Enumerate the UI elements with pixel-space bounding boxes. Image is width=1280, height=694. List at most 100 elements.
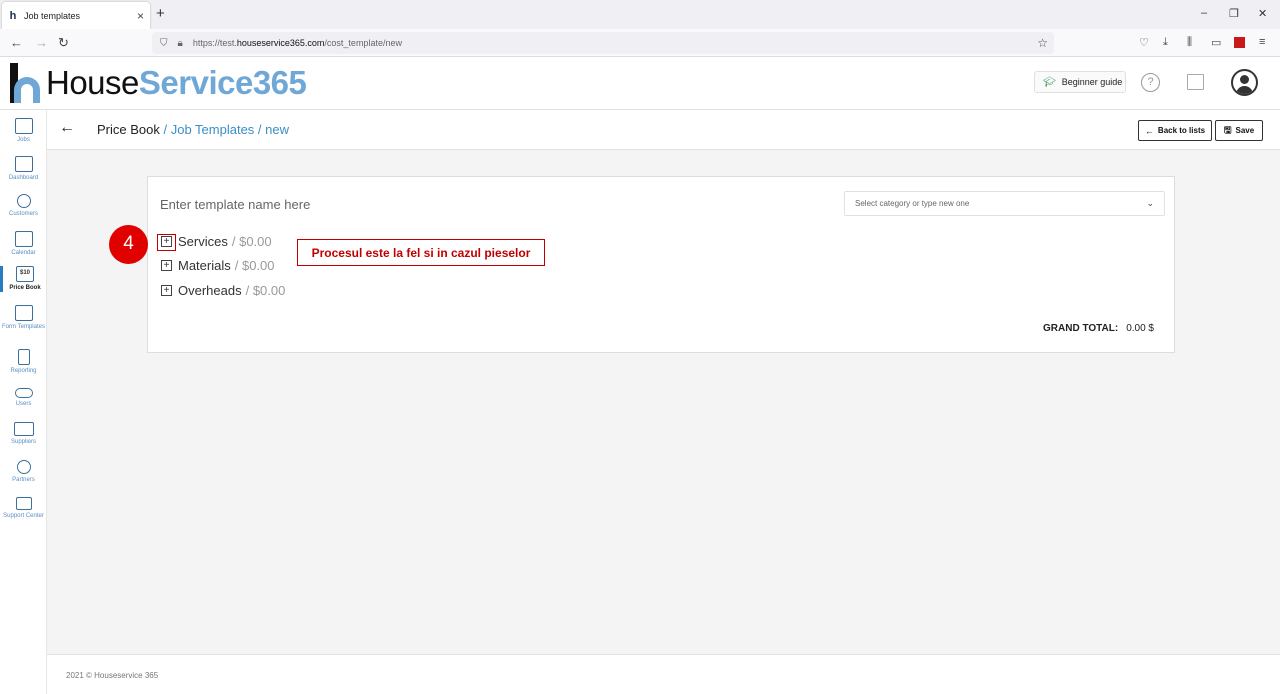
expand-plus-icon[interactable]: + — [161, 260, 172, 271]
documents-icon[interactable] — [1187, 74, 1204, 90]
section-name: Overheads — [178, 283, 242, 298]
shield-icon: ⛉ — [160, 37, 168, 49]
section-amount: / $0.00 — [234, 258, 275, 273]
partners-icon — [16, 460, 31, 474]
breadcrumb-price-book[interactable]: Price Book — [97, 122, 160, 137]
lock-icon: 🔒︎ — [177, 37, 183, 49]
pocket-icon[interactable]: ♡ — [1139, 36, 1149, 49]
tab-title: Job templates — [24, 10, 81, 21]
logo-text-house: House — [46, 64, 139, 101]
sidebar-item-reporting[interactable]: Reporting — [0, 349, 47, 375]
beginner-guide-button[interactable]: 🎓︎ Beginner guide — [1034, 71, 1126, 93]
chevron-down-icon: ⌄ — [1146, 198, 1154, 208]
back-icon[interactable]: ← — [10, 35, 23, 50]
report-icon — [17, 349, 30, 365]
sidebar-item-label: Support Center — [3, 513, 44, 519]
grand-total-label: GRAND TOTAL: — [1043, 323, 1119, 334]
help-icon[interactable]: ? — [1141, 73, 1160, 92]
save-label: Save — [1235, 126, 1255, 135]
sidebar-item-label: Dashboard — [8, 175, 39, 181]
browser-tab[interactable]: h Job templates × — [2, 2, 150, 29]
main-content: ← Price Book / Job Templates / new ← Bac… — [47, 110, 1280, 694]
close-tab-icon[interactable]: × — [137, 9, 144, 23]
download-icon[interactable]: ⤓ — [1163, 36, 1168, 49]
section-amount: / $0.00 — [245, 283, 286, 298]
close-window-icon[interactable]: ✕ — [1258, 7, 1267, 20]
sidebar-item-partners[interactable]: Partners — [0, 460, 47, 484]
sidebar-icon[interactable]: ▭ — [1211, 36, 1221, 49]
users-icon — [14, 388, 33, 398]
section-name: Materials — [178, 258, 231, 273]
customers-icon — [16, 194, 31, 208]
sidebar-item-support-center[interactable]: Support Center — [0, 497, 47, 520]
sidebar: Jobs Dashboard Customers Calendar $10 Pr… — [0, 110, 47, 694]
beginner-guide-label: Beginner guide — [1061, 77, 1123, 87]
sidebar-item-users[interactable]: Users — [0, 388, 47, 408]
section-materials[interactable]: + Materials / $0.00 — [161, 258, 275, 273]
app-header: House Service365 🎓︎ Beginner guide ? — [0, 57, 1280, 110]
section-services[interactable]: + Services / $0.00 — [161, 234, 272, 249]
minimize-window-icon[interactable]: – — [1201, 7, 1207, 19]
section-name: Services — [178, 234, 228, 249]
reload-icon[interactable]: ↻ — [58, 35, 69, 51]
expand-plus-icon[interactable]: + — [161, 236, 172, 247]
truck-icon — [13, 422, 34, 436]
sidebar-item-price-book[interactable]: $10 Price Book — [0, 266, 47, 292]
browser-nav-bar: ← → ↻ ⛉ 🔒︎ https://test. houseservice365.… — [0, 29, 1280, 57]
breadcrumb-job-templates[interactable]: Job Templates — [171, 122, 255, 137]
save-button[interactable]: 🖫︎ Save — [1215, 120, 1263, 141]
sidebar-item-label: Calendar — [11, 250, 36, 256]
grand-total: GRAND TOTAL: 0.00 $ — [1043, 323, 1154, 334]
sidebar-item-label: Reporting — [10, 368, 37, 374]
sidebar-item-label: Jobs — [17, 137, 30, 143]
menu-icon[interactable]: ≡ — [1259, 36, 1265, 48]
chart-icon — [14, 156, 33, 172]
sidebar-item-label: Users — [15, 401, 32, 407]
new-tab-button[interactable]: + — [156, 6, 165, 22]
section-overheads[interactable]: + Overheads / $0.00 — [161, 283, 285, 298]
library-icon[interactable]: ⫼ — [1187, 36, 1192, 49]
extension-icon[interactable] — [1234, 37, 1245, 48]
back-to-lists-button[interactable]: ← Back to lists — [1138, 120, 1212, 141]
forward-icon[interactable]: → — [35, 35, 48, 50]
category-select-placeholder: Select category or type new one — [855, 199, 970, 208]
sidebar-item-suppliers[interactable]: Suppliers — [0, 422, 47, 446]
template-name-input[interactable]: Enter template name here — [160, 197, 310, 212]
calendar-icon — [14, 231, 33, 247]
breadcrumb-separator: / — [254, 122, 266, 137]
category-select[interactable]: Select category or type new one ⌄ — [844, 191, 1165, 216]
breadcrumb: Price Book / Job Templates / new — [97, 122, 289, 137]
support-icon — [15, 497, 32, 510]
url-path: /cost_template/new — [324, 38, 402, 48]
price-tag-icon: $10 — [16, 266, 34, 282]
restore-window-icon[interactable]: ❐ — [1229, 7, 1239, 20]
logo-text-service: Service365 — [138, 64, 307, 101]
sidebar-item-jobs[interactable]: Jobs — [0, 118, 47, 144]
bookmark-star-icon[interactable]: ☆ — [1037, 36, 1048, 50]
back-to-lists-label: Back to lists — [1157, 126, 1206, 135]
save-icon: 🖫︎ — [1223, 124, 1232, 135]
sidebar-item-label: Customers — [8, 211, 38, 217]
sidebar-item-label: Price Book — [9, 285, 41, 291]
sidebar-item-calendar[interactable]: Calendar — [0, 231, 47, 257]
logo[interactable]: House Service365 — [8, 63, 307, 103]
expand-plus-icon[interactable]: + — [161, 285, 172, 296]
graduation-cap-icon: 🎓︎ — [1043, 76, 1056, 88]
site-favicon-icon: h — [9, 9, 17, 22]
arrow-left-icon: ← — [1144, 125, 1154, 136]
logo-mark-icon — [8, 63, 40, 103]
sidebar-item-customers[interactable]: Customers — [0, 194, 47, 218]
breadcrumb-separator: / — [159, 122, 171, 137]
copyright-text: 2021 © Houseservice 365 — [66, 671, 159, 680]
browser-tab-bar: h Job templates × + – ❐ ✕ — [0, 0, 1280, 29]
sidebar-item-label: Suppliers — [10, 439, 36, 445]
url-prefix: https://test. — [192, 38, 237, 48]
address-bar[interactable]: ⛉ 🔒︎ https://test. houseservice365.com/co… — [152, 32, 1054, 54]
sidebar-item-dashboard[interactable]: Dashboard — [0, 156, 47, 182]
back-arrow-icon[interactable]: ← — [59, 119, 75, 137]
user-avatar-icon[interactable] — [1231, 69, 1258, 96]
breadcrumb-current: new — [265, 122, 290, 137]
footer: 2021 © Houseservice 365 — [47, 654, 1280, 694]
step-number-badge: 4 — [109, 225, 148, 264]
sidebar-item-form-templates[interactable]: Form Templates — [0, 305, 47, 331]
